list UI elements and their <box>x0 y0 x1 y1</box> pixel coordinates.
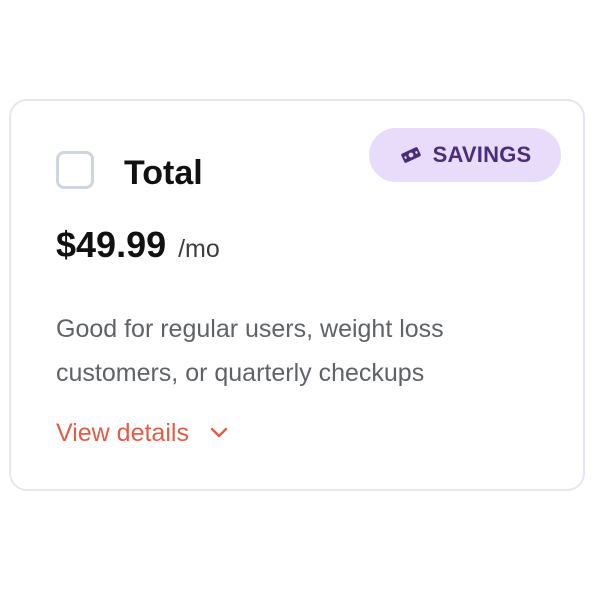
savings-badge: SAVINGS <box>369 128 561 182</box>
savings-badge-label: SAVINGS <box>432 142 532 167</box>
plan-card[interactable]: SAVINGS Total $49.99 /mo Good for regula… <box>9 99 585 491</box>
plan-checkbox[interactable] <box>56 151 94 189</box>
money-icon <box>400 147 421 163</box>
plan-title: Total <box>124 154 203 192</box>
plan-price: $49.99 <box>56 224 167 265</box>
price-row: $49.99 /mo <box>56 223 220 267</box>
view-details-label: View details <box>56 419 189 447</box>
chevron-down-icon <box>210 427 228 438</box>
plan-description: Good for regular users, weight loss cust… <box>56 315 444 387</box>
price-period: /mo <box>178 235 220 263</box>
view-details-link[interactable]: View details <box>56 416 229 450</box>
